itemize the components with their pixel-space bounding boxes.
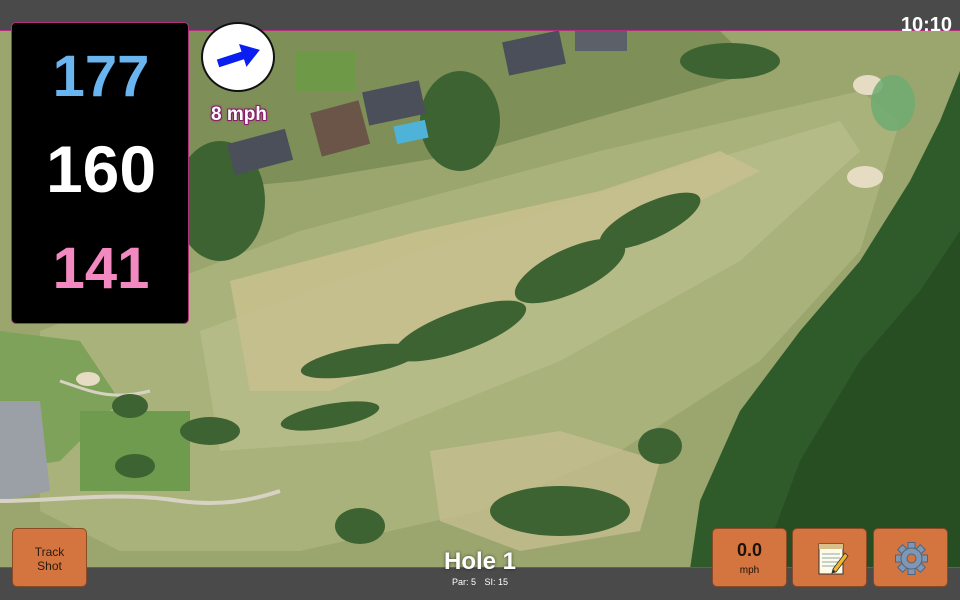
track-shot-label-line2: Shot: [37, 559, 62, 573]
notepad-icon: [818, 543, 849, 575]
wind-speed: 8 mph: [211, 104, 267, 125]
hole-par: Par: 5: [451, 577, 476, 587]
center-distance: 160: [45, 132, 157, 206]
track-shot-label-line1: Track: [34, 545, 65, 559]
settings-button[interactable]: [873, 528, 948, 587]
speed-value: 0.0: [736, 540, 763, 560]
hole-info: Par: 5 SI: 15: [380, 577, 580, 587]
speed-button[interactable]: 0.0 mph: [712, 528, 787, 587]
notes-button[interactable]: [792, 528, 867, 587]
distance-panel: 177 160 141: [11, 22, 189, 324]
track-shot-button[interactable]: Track Shot: [12, 528, 87, 587]
clock: 10:10: [900, 14, 952, 36]
hole-title: Hole 1: [443, 548, 517, 575]
golf-gps-app: 10:10 177 160 141 8 mph Track Shot Hole …: [0, 0, 960, 600]
speed-unit: mph: [739, 565, 760, 576]
wind-indicator: [201, 22, 275, 92]
gear-icon: [895, 542, 928, 575]
back-distance: 177: [52, 44, 150, 109]
front-distance: 141: [52, 236, 150, 301]
hole-stroke-index: SI: 15: [484, 577, 509, 587]
wind-arrow-icon: [216, 44, 260, 68]
